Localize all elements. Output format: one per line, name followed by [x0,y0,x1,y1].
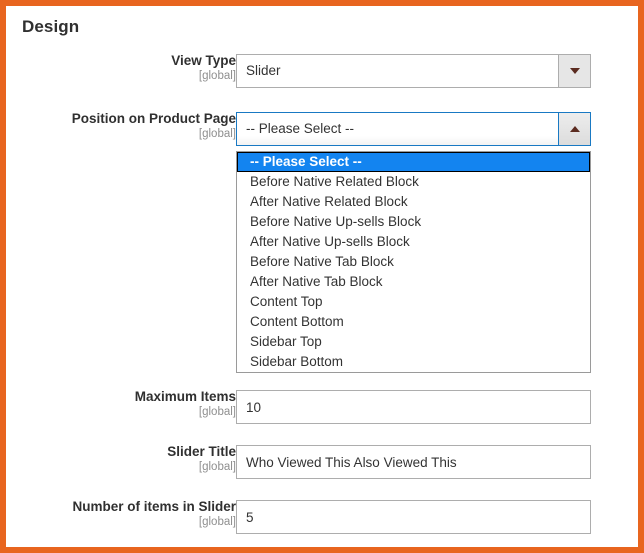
field-scope-text: [global] [0,461,236,474]
field-label-text: View Type [0,54,236,69]
field-scope-text: [global] [0,516,236,529]
position-select[interactable]: -- Please Select -- [236,112,591,146]
view-type-selected-value: Slider [246,55,552,87]
control-slider-title [236,445,591,479]
dropdown-option[interactable]: Sidebar Bottom [237,352,590,372]
maximum-items-input[interactable] [236,390,591,424]
field-scope-text: [global] [0,406,236,419]
field-label-text: Number of items in Slider [0,500,236,515]
field-scope-text: [global] [0,128,236,141]
dropdown-option[interactable]: Before Native Tab Block [237,252,590,272]
view-type-dropdown-button[interactable] [558,55,590,87]
control-position-on-product-page: -- Please Select -- [236,112,591,146]
field-row-slider-title: Slider Title [global] [6,445,638,479]
dropdown-option[interactable]: After Native Related Block [237,192,590,212]
chevron-down-icon [570,68,580,74]
field-row-view-type: View Type [global] Slider [6,54,638,88]
page-title: Design [22,17,79,37]
control-view-type: Slider [236,54,591,88]
field-row-maximum-items: Maximum Items [global] [6,390,638,424]
dropdown-option[interactable]: Before Native Related Block [237,172,590,192]
dropdown-option[interactable]: Content Top [237,292,590,312]
number-of-items-in-slider-input[interactable] [236,500,591,534]
field-row-number-of-items-in-slider: Number of items in Slider [global] [6,500,638,534]
dropdown-option[interactable]: Sidebar Top [237,332,590,352]
field-label-position-on-product-page: Position on Product Page [global] [0,112,236,140]
view-type-select[interactable]: Slider [236,54,591,88]
field-label-view-type: View Type [global] [0,54,236,82]
field-label-text: Position on Product Page [0,112,236,127]
field-row-position-on-product-page: Position on Product Page [global] -- Ple… [6,112,638,146]
dropdown-option[interactable]: -- Please Select -- [237,152,590,172]
position-selected-value: -- Please Select -- [246,113,552,145]
field-label-text: Maximum Items [0,390,236,405]
dropdown-option[interactable]: Before Native Up-sells Block [237,212,590,232]
position-dropdown-button[interactable] [558,113,590,145]
position-dropdown-list[interactable]: -- Please Select --Before Native Related… [236,151,591,373]
dropdown-option[interactable]: Content Bottom [237,312,590,332]
chevron-up-icon [570,126,580,132]
field-label-text: Slider Title [0,445,236,460]
control-number-of-items-in-slider [236,500,591,534]
field-label-number-of-items-in-slider: Number of items in Slider [global] [0,500,236,528]
field-label-maximum-items: Maximum Items [global] [0,390,236,418]
panel-inner: Design View Type [global] Slider Positio… [6,6,638,547]
design-section-panel: Design View Type [global] Slider Positio… [0,0,644,553]
dropdown-option[interactable]: After Native Tab Block [237,272,590,292]
field-scope-text: [global] [0,70,236,83]
control-maximum-items [236,390,591,424]
dropdown-option[interactable]: After Native Up-sells Block [237,232,590,252]
slider-title-input[interactable] [236,445,591,479]
field-label-slider-title: Slider Title [global] [0,445,236,473]
